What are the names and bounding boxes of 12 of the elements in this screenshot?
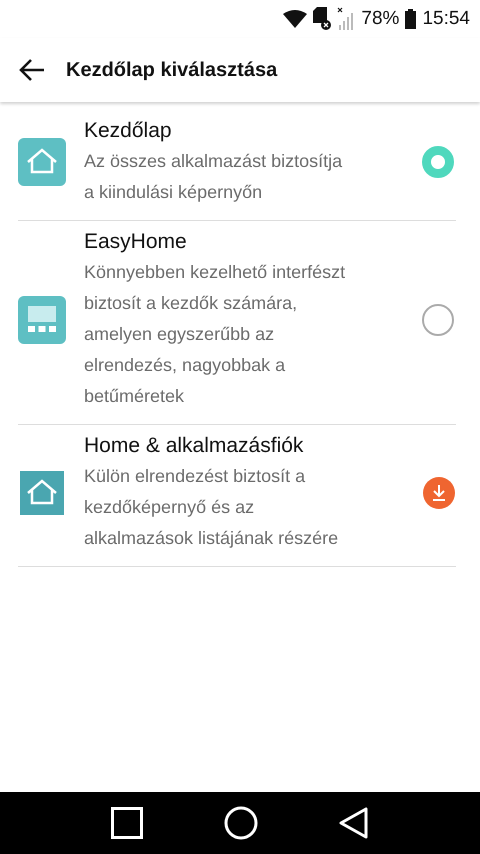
option-title: Kezdőlap: [84, 118, 173, 144]
option-description: Könnyebben kezelhető interfészt biztosít a kezdők számára, amelyen egyszerűbb az elrendezés, nagyobbak a betűméretek: [84, 261, 346, 408]
battery-percent: 78%: [361, 8, 400, 30]
clock: 15:54: [422, 8, 470, 30]
screen-title: Kezdőlap kiválasztása: [66, 58, 278, 82]
launcher-option[interactable]: Home & alkalmazásfiók Külön elrendezést biztosít a kezdőképernyő és az alkalmazások listájának részére: [18, 425, 456, 567]
launcher-option[interactable]: EasyHome Könnyebben kezelhető interfészt biztosít a kezdők számára, amelyen egyszerűbb az elrendezés, nagyobbak a betűméretek: [18, 221, 456, 425]
option-title: EasyHome: [84, 229, 188, 255]
launcher-option[interactable]: Kezdőlap Az összes alkalmazást biztosítja a kiindulási képernyőn: [18, 110, 456, 221]
option-description: Az összes alkalmazást biztosítja a kiindulási képernyőn: [84, 150, 344, 204]
option-description: Külön elrendezést biztosít a kezdőképernyő és az alkalmazások listájának részére: [84, 465, 340, 550]
option-title: Home & alkalmazásfiók: [84, 433, 304, 459]
